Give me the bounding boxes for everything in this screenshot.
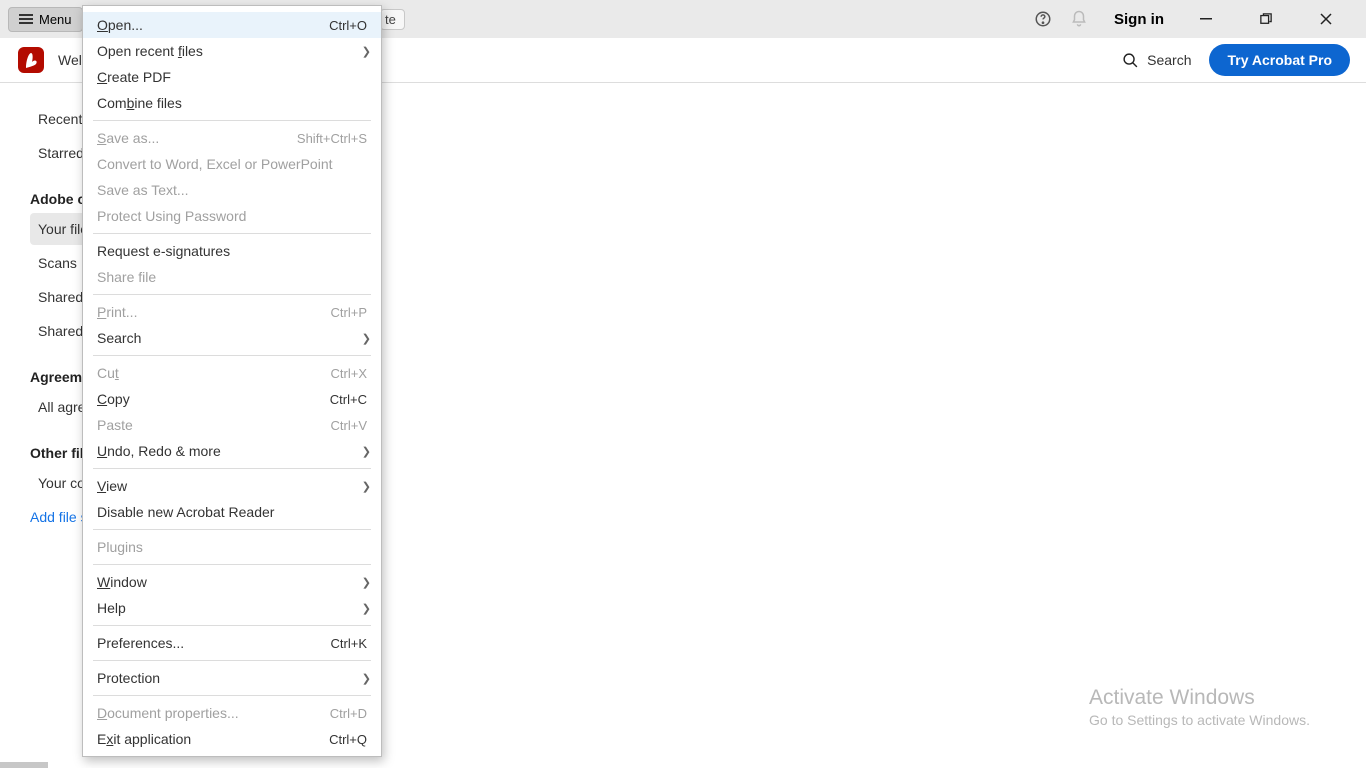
hamburger-icon (19, 12, 33, 26)
menu-item-save-as-text: Save as Text... (83, 177, 381, 203)
menu-item-shortcut: Shift+Ctrl+S (297, 131, 367, 146)
menu-item-share-file: Share file (83, 264, 381, 290)
menu-item-help[interactable]: Help ❯ (83, 595, 381, 621)
menu-item-shortcut: Ctrl+D (330, 706, 367, 721)
chevron-right-icon: ❯ (362, 576, 371, 589)
chevron-right-icon: ❯ (362, 332, 371, 345)
menu-item-view[interactable]: View ❯ (83, 473, 381, 499)
menu-item-label: Create PDF (97, 69, 171, 85)
menu-item-open-recent-files[interactable]: Open recent files ❯ (83, 38, 381, 64)
menu-item-label: Print... (97, 304, 137, 320)
menu-item-label: Save as Text... (97, 182, 189, 198)
menu-item-undo-redo-more[interactable]: Undo, Redo & more ❯ (83, 438, 381, 464)
menu-separator (93, 660, 371, 661)
menu-button-label: Menu (39, 12, 72, 27)
menu-item-shortcut: Ctrl+X (331, 366, 367, 381)
close-icon[interactable] (1320, 13, 1362, 25)
menu-item-label: Share file (97, 269, 156, 285)
menu-separator (93, 468, 371, 469)
menu-item-shortcut: Ctrl+Q (329, 732, 367, 747)
menu-separator (93, 355, 371, 356)
window-controls: Sign in (1034, 0, 1362, 38)
menu-item-shortcut: Ctrl+P (331, 305, 367, 320)
menu-item-preferences[interactable]: Preferences... Ctrl+K (83, 630, 381, 656)
menu-item-combine-files[interactable]: Combine files (83, 90, 381, 116)
search-icon (1122, 52, 1139, 69)
menu-item-label: Open... (97, 17, 143, 33)
chevron-right-icon: ❯ (362, 45, 371, 58)
tab-title: Wel (58, 52, 82, 68)
chevron-right-icon: ❯ (362, 672, 371, 685)
menu-item-shortcut: Ctrl+C (330, 392, 367, 407)
menu-separator (93, 233, 371, 234)
chevron-right-icon: ❯ (362, 480, 371, 493)
watermark-subtitle: Go to Settings to activate Windows. (1089, 712, 1310, 728)
sign-in-link[interactable]: Sign in (1114, 11, 1164, 28)
menu-item-label: Open recent files (97, 43, 203, 59)
menu-item-label: Help (97, 600, 126, 616)
menu-item-label: Disable new Acrobat Reader (97, 504, 274, 520)
menu-item-label: Plugins (97, 539, 143, 555)
menu-item-protection[interactable]: Protection ❯ (83, 665, 381, 691)
menu-item-disable-new-acrobat-reader[interactable]: Disable new Acrobat Reader (83, 499, 381, 525)
menu-item-label: Window (97, 574, 147, 590)
menu-item-label: Exit application (97, 731, 191, 747)
menu-separator (93, 564, 371, 565)
menu-item-label: Copy (97, 391, 130, 407)
minimize-icon[interactable] (1200, 13, 1242, 25)
menu-item-request-e-signatures[interactable]: Request e-signatures (83, 238, 381, 264)
menu-item-label: Document properties... (97, 705, 239, 721)
menu-item-label: Undo, Redo & more (97, 443, 221, 459)
watermark-title: Activate Windows (1089, 686, 1310, 710)
menu-separator (93, 120, 371, 121)
menu-item-save-as: Save as... Shift+Ctrl+S (83, 125, 381, 151)
menu-item-plugins: Plugins (83, 534, 381, 560)
menu-item-exit-application[interactable]: Exit application Ctrl+Q (83, 726, 381, 752)
menu-item-label: Convert to Word, Excel or PowerPoint (97, 156, 333, 172)
menu-separator (93, 294, 371, 295)
menu-separator (93, 625, 371, 626)
menu-item-label: Save as... (97, 130, 159, 146)
menu-item-label: Paste (97, 417, 133, 433)
menu-button[interactable]: Menu (8, 7, 83, 32)
search-label: Search (1147, 52, 1191, 68)
menu-item-search[interactable]: Search ❯ (83, 325, 381, 351)
menu-item-label: View (97, 478, 127, 494)
menu-item-copy[interactable]: Copy Ctrl+C (83, 386, 381, 412)
menu-item-protect-using-password: Protect Using Password (83, 203, 381, 229)
help-icon[interactable] (1034, 10, 1052, 28)
menu-separator (93, 695, 371, 696)
menu-item-shortcut: Ctrl+V (331, 418, 367, 433)
menu-item-label: Search (97, 330, 141, 346)
menu-item-convert-to-word-excel-or-powerpoint: Convert to Word, Excel or PowerPoint (83, 151, 381, 177)
chevron-right-icon: ❯ (362, 445, 371, 458)
chevron-right-icon: ❯ (362, 602, 371, 615)
menu-item-shortcut: Ctrl+O (329, 18, 367, 33)
menu-item-label: Request e-signatures (97, 243, 230, 259)
bell-icon[interactable] (1070, 10, 1088, 28)
menu-item-cut: Cut Ctrl+X (83, 360, 381, 386)
menu-item-create-pdf[interactable]: Create PDF (83, 64, 381, 90)
main-menu-dropdown: Open... Ctrl+O Open recent files ❯ Create PD… (82, 5, 382, 757)
menu-item-print: Print... Ctrl+P (83, 299, 381, 325)
activate-windows-watermark: Activate Windows Go to Settings to activ… (1089, 686, 1310, 728)
menu-item-shortcut: Ctrl+K (331, 636, 367, 651)
menu-item-label: Cut (97, 365, 119, 381)
menu-item-window[interactable]: Window ❯ (83, 569, 381, 595)
menu-item-label: Preferences... (97, 635, 184, 651)
maximize-icon[interactable] (1260, 13, 1302, 25)
menu-item-open[interactable]: Open... Ctrl+O (83, 12, 381, 38)
menu-item-label: Combine files (97, 95, 182, 111)
menu-item-label: Protection (97, 670, 160, 686)
menu-item-paste: Paste Ctrl+V (83, 412, 381, 438)
menu-item-document-properties: Document properties... Ctrl+D (83, 700, 381, 726)
obscured-button[interactable]: te (380, 9, 405, 30)
app-logo-icon (18, 47, 44, 73)
menu-item-label: Protect Using Password (97, 208, 246, 224)
menu-separator (93, 529, 371, 530)
search-button[interactable]: Search (1122, 52, 1191, 69)
taskbar-fragment (0, 762, 48, 768)
try-acrobat-pro-button[interactable]: Try Acrobat Pro (1209, 44, 1350, 76)
